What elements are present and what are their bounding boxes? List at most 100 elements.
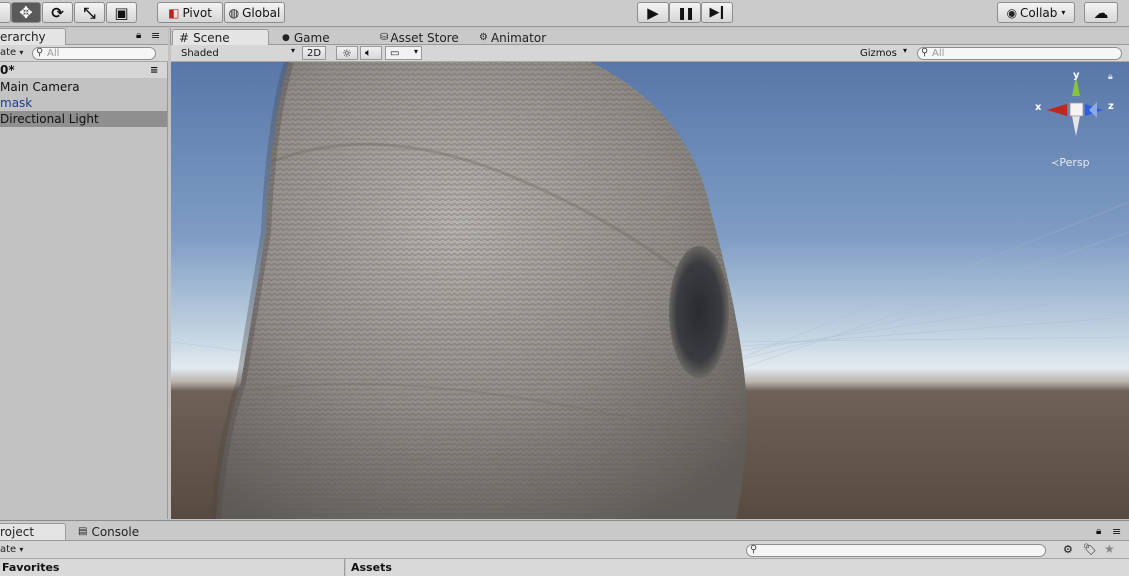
hierarchy-search-input[interactable]: ⚲ All [32,47,156,60]
lock-icon[interactable]: 🔒︎ [1096,526,1101,537]
collab-label: Collab [1020,5,1058,20]
panel-menu-icon[interactable]: ≡ [1112,525,1121,538]
search-placeholder: All [47,48,60,59]
console-icon: ▤ [78,526,88,537]
lighting-toggle[interactable]: ☼ [336,46,358,60]
gizmos-dropdown[interactable]: Gizmos ▾ [856,46,910,60]
global-toggle[interactable]: ◍ Global [224,2,285,23]
rect-tool-button[interactable]: ▣ [106,2,137,23]
tab-project[interactable]: roject [0,523,66,540]
filter-type-icon[interactable]: ⚙ [1063,543,1073,556]
persp-label: Persp [1059,156,1090,169]
hand-tool-button[interactable] [0,2,11,23]
collab-icon: ◉ [1006,5,1018,20]
panel-menu-icon[interactable]: ≡ [151,29,160,42]
shading-mode-label: Shaded [181,47,219,59]
search-icon: ⚲ [750,544,758,555]
hierarchy-item-directional-light[interactable]: Directional Light [0,111,167,127]
create-dropdown[interactable]: ate ▾ [0,544,23,555]
tab-hierarchy[interactable]: erarchy [0,28,66,45]
search-placeholder: All [932,48,945,59]
assets-breadcrumb[interactable]: Assets [346,559,1129,576]
hierarchy-item-main-camera[interactable]: Main Camera [0,79,167,95]
play-button[interactable]: ▶ [637,2,669,23]
favorite-star-icon[interactable]: ★ [1104,542,1115,556]
pivot-toggle[interactable]: ◧ Pivot [157,2,223,23]
scale-icon: ⤡ [83,3,96,22]
rotate-tool-button[interactable]: ⟳ [42,2,73,23]
projection-toggle[interactable]: ≺Persp [1051,156,1090,169]
chevron-down-icon: ▾ [1061,8,1066,17]
main-toolbar: ✥ ⟳ ⤡ ▣ ◧ Pivot ◍ Global ▶ ❚❚ ▶❙ ◉ Collab ▾ … [0,0,1129,27]
tab-console-label: Console [91,524,140,539]
tab-game[interactable]: ● Game [276,29,336,46]
shading-mode-dropdown[interactable]: Shaded ▾ [177,46,298,60]
tab-hierarchy-label: erarchy [0,30,46,44]
asset-store-icon: ⛁ [380,32,389,43]
pause-icon: ❚❚ [676,5,695,20]
globe-icon: ◍ [228,5,240,20]
hierarchy-toolbar: ate ▾ ⚲ All [0,45,168,62]
hierarchy-item-label: Directional Light [0,112,99,126]
project-panel: roject ▤ Console 🔒︎ ≡ ate ▾ ⚲ ⚙ 🏷︎ ★ Favo… [0,520,1129,576]
scene-search-input[interactable]: ⚲ All [917,47,1122,60]
tab-animator-label: Animator [490,30,547,45]
lock-icon[interactable]: 🔒︎ [136,30,141,41]
hierarchy-item-label: mask [0,96,33,110]
gizmo-lock-icon[interactable]: 🔒︎ [1108,72,1113,82]
tab-scene[interactable]: # Scene [172,29,269,46]
search-icon: ⚲ [36,47,44,58]
step-button[interactable]: ▶❙ [701,2,733,23]
gizmo-x-cone[interactable] [1047,104,1067,116]
pivot-label: Pivot [182,5,212,20]
grid-icon: # [179,31,190,45]
chevron-down-icon: ▾ [413,47,418,56]
hierarchy-item-mask[interactable]: mask [0,95,167,111]
chevron-down-icon: ▾ [19,545,24,554]
tab-animator[interactable]: ⚙ Animator [473,29,552,46]
2d-label: 2D [307,47,322,59]
pause-button[interactable]: ❚❚ [669,2,701,23]
create-dropdown[interactable]: ate ▾ [0,47,23,58]
search-icon: ⚲ [921,47,929,58]
step-icon: ▶❙ [709,5,728,20]
rect-icon: ▣ [114,3,129,22]
global-label: Global [242,5,281,20]
tab-console[interactable]: ▤ Console [72,523,145,540]
move-icon: ✥ [19,3,33,22]
gizmo-neg-z-cone[interactable] [1089,102,1097,118]
audio-toggle[interactable]: 🔈︎ [360,46,382,60]
gizmo-z-label: z [1108,101,1114,112]
gizmo-y-label: y [1073,70,1080,81]
scene-render [171,62,1129,519]
hierarchy-tabbar: erarchy 🔒︎ ≡ [0,28,168,45]
effects-dropdown[interactable]: ▭ ▾ [385,46,422,60]
gizmos-label: Gizmos [860,47,897,59]
project-search-input[interactable]: ⚲ [746,544,1046,557]
project-tabbar: roject ▤ Console 🔒︎ ≡ [0,521,1129,541]
scene-header[interactable]: 0* ≡ [0,62,167,78]
game-icon: ● [282,32,290,43]
create-label: ate [0,544,17,555]
collab-dropdown[interactable]: ◉ Collab ▾ [997,2,1075,23]
chevron-down-icon: ▾ [19,48,24,57]
favorites-header[interactable]: Favorites [0,559,345,576]
image-icon: ▭ [390,47,400,59]
scene-name: 0* [0,63,15,77]
tab-asset-store[interactable]: ⛁ Asset Store [374,29,465,46]
scene-menu-icon[interactable]: ≡ [150,65,158,76]
chevron-down-icon: ▾ [902,46,907,55]
gizmo-center-cube[interactable] [1069,102,1084,117]
filter-label-icon[interactable]: 🏷︎ [1083,543,1097,556]
assets-label: Assets [351,561,392,574]
2d-toggle[interactable]: 2D [302,46,326,60]
gizmo-neg-y-cone[interactable] [1072,116,1080,136]
scale-tool-button[interactable]: ⤡ [74,2,105,23]
cloud-button[interactable]: ☁ [1084,2,1118,23]
favorites-label: Favorites [2,561,60,574]
scene-viewport[interactable]: y x z 🔒︎ ≺Persp [171,62,1129,519]
move-tool-button[interactable]: ✥ [11,2,41,23]
gizmo-x-label: x [1035,102,1042,113]
orientation-gizmo[interactable]: y x z 🔒︎ ≺Persp [1031,70,1121,184]
hierarchy-panel: erarchy 🔒︎ ≡ ate ▾ ⚲ All 0* ≡ Main Camera … [0,28,168,519]
